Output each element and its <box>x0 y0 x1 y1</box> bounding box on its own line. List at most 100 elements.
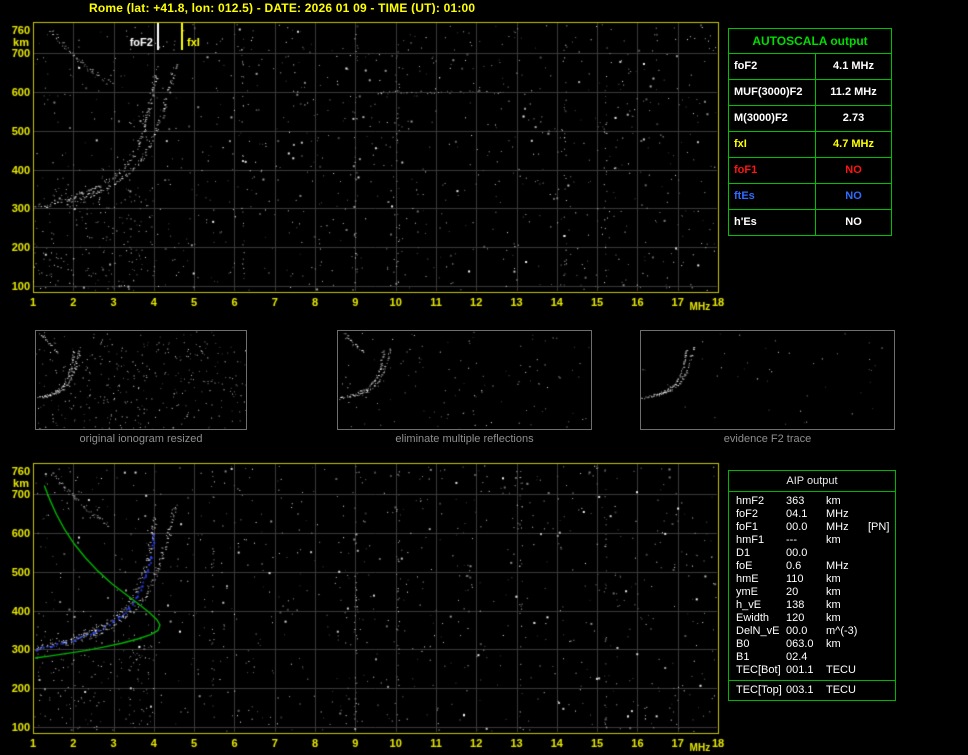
aip-value: 063.0 <box>786 638 826 651</box>
aip-name: ymE <box>736 586 786 599</box>
aip-value: 003.1 <box>786 684 826 697</box>
thumbnail-caption-eliminate: eliminate multiple reflections <box>337 433 592 445</box>
aip-row-b1: B1 02.4 <box>729 651 895 664</box>
aip-unit: MHz <box>826 560 868 573</box>
aip-unit: km <box>826 586 868 599</box>
aip-unit: MHz <box>826 521 868 534</box>
m3000f2-label: M(3000)F2 <box>729 106 815 131</box>
aip-table-title: AIP output <box>729 471 895 492</box>
aip-unit: m^(-3) <box>826 625 868 638</box>
aip-unit: km <box>826 612 868 625</box>
aip-value: 138 <box>786 599 826 612</box>
aip-unit: MHz <box>826 508 868 521</box>
aip-note <box>868 534 895 547</box>
aip-value: 0.6 <box>786 560 826 573</box>
autoscala-row-m3000f2: M(3000)F2 2.73 <box>729 105 891 131</box>
aip-note <box>868 547 895 560</box>
aip-name: TEC[Top] <box>736 684 786 697</box>
muf3000f2-label: MUF(3000)F2 <box>729 80 815 105</box>
fof1-value: NO <box>815 158 891 183</box>
aip-value: 04.1 <box>786 508 826 521</box>
autoscala-screen: Rome (lat: +41.8, lon: 012.5) - DATE: 20… <box>0 0 968 755</box>
aip-value: 120 <box>786 612 826 625</box>
autoscala-row-muf3000f2: MUF(3000)F2 11.2 MHz <box>729 79 891 105</box>
aip-name: hmF1 <box>736 534 786 547</box>
aip-unit: km <box>826 573 868 586</box>
aip-name: D1 <box>736 547 786 560</box>
fxi-label: fxI <box>729 132 815 157</box>
ftes-value: NO <box>815 184 891 209</box>
aip-note <box>868 599 895 612</box>
top-ionogram-canvas <box>0 14 730 314</box>
aip-value: 20 <box>786 586 826 599</box>
aip-note <box>868 586 895 599</box>
aip-row-fof2: foF2 04.1 MHz <box>729 508 895 521</box>
aip-note <box>868 573 895 586</box>
aip-name: hmE <box>736 573 786 586</box>
aip-name: Ewidth <box>736 612 786 625</box>
thumbnail-evidence-f2-trace <box>640 330 895 430</box>
fof2-value: 4.1 MHz <box>815 54 891 79</box>
aip-name: hmF2 <box>736 495 786 508</box>
aip-name: DelN_vE <box>736 625 786 638</box>
aip-note <box>868 495 895 508</box>
autoscala-row-fof1: foF1 NO <box>729 157 891 183</box>
aip-row-delnve: DelN_vE 00.0 m^(-3) <box>729 625 895 638</box>
aip-note <box>868 612 895 625</box>
aip-unit: km <box>826 599 868 612</box>
aip-unit <box>826 547 868 560</box>
aip-note <box>868 508 895 521</box>
aip-row-b0: B0 063.0 km <box>729 638 895 651</box>
aip-note <box>868 638 895 651</box>
aip-name: B1 <box>736 651 786 664</box>
hpes-value: NO <box>815 210 891 235</box>
autoscala-row-hpes: h'Es NO <box>729 209 891 235</box>
aip-name: B0 <box>736 638 786 651</box>
fxi-value: 4.7 MHz <box>815 132 891 157</box>
aip-unit: km <box>826 495 868 508</box>
aip-row-tectop: TEC[Top] 003.1 TECU <box>729 680 895 697</box>
aip-row-hmf2: hmF2 363 km <box>729 495 895 508</box>
aip-name: h_vE <box>736 599 786 612</box>
aip-value: 00.0 <box>786 521 826 534</box>
thumbnail-eliminate-reflections <box>337 330 592 430</box>
muf3000f2-value: 11.2 MHz <box>815 80 891 105</box>
aip-value: 00.0 <box>786 625 826 638</box>
autoscala-row-fxi: fxI 4.7 MHz <box>729 131 891 157</box>
m3000f2-value: 2.73 <box>815 106 891 131</box>
aip-note <box>868 664 895 677</box>
aip-unit: TECU <box>826 664 868 677</box>
autoscala-row-ftes: ftEs NO <box>729 183 891 209</box>
aip-note <box>868 684 895 697</box>
aip-unit <box>826 651 868 664</box>
ftes-label: ftEs <box>729 184 815 209</box>
fof2-label: foF2 <box>729 54 815 79</box>
aip-unit: km <box>826 534 868 547</box>
aip-row-ewidth: Ewidth 120 km <box>729 612 895 625</box>
hpes-label: h'Es <box>729 210 815 235</box>
aip-row-yme: ymE 20 km <box>729 586 895 599</box>
aip-value: 110 <box>786 573 826 586</box>
autoscala-row-fof2: foF2 4.1 MHz <box>729 53 891 79</box>
fof1-label: foF1 <box>729 158 815 183</box>
aip-row-foe: foE 0.6 MHz <box>729 560 895 573</box>
aip-name: foF2 <box>736 508 786 521</box>
aip-note: [PN] <box>868 521 895 534</box>
aip-value: 001.1 <box>786 664 826 677</box>
aip-row-d1: D1 00.0 <box>729 547 895 560</box>
page-title: Rome (lat: +41.8, lon: 012.5) - DATE: 20… <box>89 1 475 15</box>
aip-value: 02.4 <box>786 651 826 664</box>
aip-row-hve: h_vE 138 km <box>729 599 895 612</box>
autoscala-output-table: AUTOSCALA output foF2 4.1 MHz MUF(3000)F… <box>728 28 892 236</box>
aip-name: TEC[Bot] <box>736 664 786 677</box>
aip-output-table: AIP output hmF2 363 km foF2 04.1 MHz foF… <box>728 470 896 701</box>
aip-unit: TECU <box>826 684 868 697</box>
aip-value: 00.0 <box>786 547 826 560</box>
aip-row-tecbot: TEC[Bot] 001.1 TECU <box>729 664 895 677</box>
thumbnail-caption-original: original ionogram resized <box>35 433 247 445</box>
aip-unit: km <box>826 638 868 651</box>
bottom-ionogram-profile-canvas <box>0 455 730 755</box>
aip-note <box>868 651 895 664</box>
aip-value: 363 <box>786 495 826 508</box>
aip-name: foF1 <box>736 521 786 534</box>
